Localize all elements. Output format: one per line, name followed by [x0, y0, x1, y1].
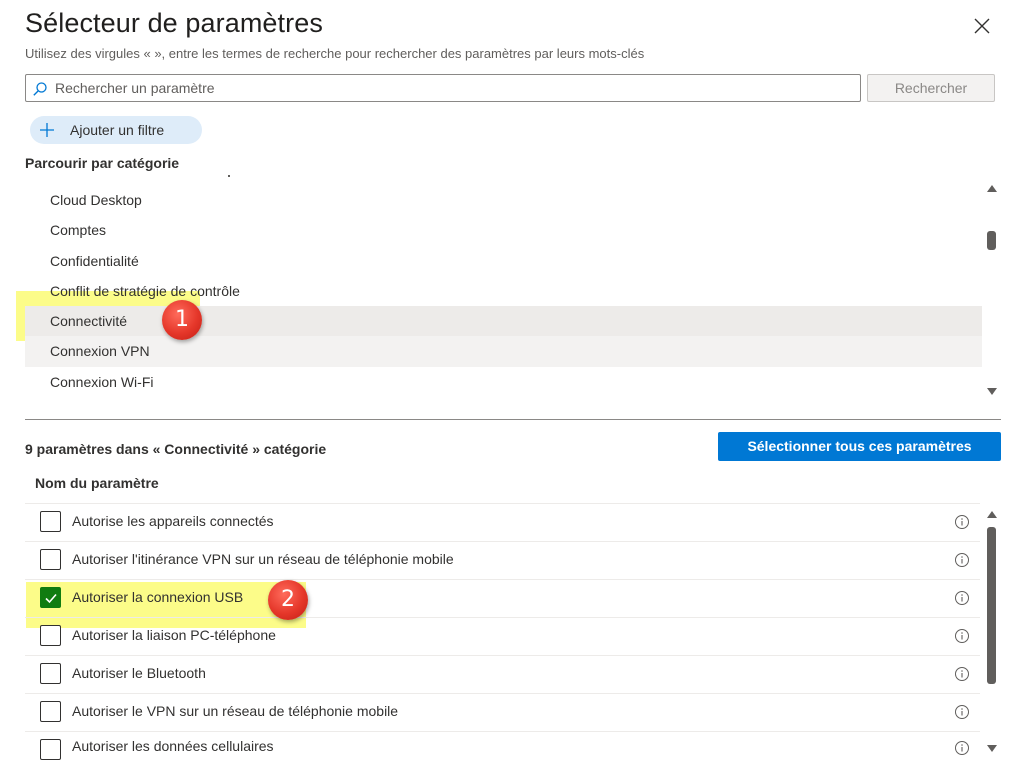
- setting-checkbox[interactable]: [40, 739, 61, 760]
- results-heading: 9 paramètres dans « Connectivité » catég…: [25, 441, 327, 457]
- setting-row[interactable]: Autoriser le VPN sur un réseau de téléph…: [25, 694, 980, 732]
- search-input[interactable]: [55, 78, 845, 98]
- info-icon[interactable]: [954, 704, 970, 720]
- close-button[interactable]: [968, 12, 996, 40]
- setting-label: Autoriser le VPN sur un réseau de téléph…: [72, 703, 399, 719]
- info-icon[interactable]: [954, 740, 970, 756]
- search-icon: [33, 82, 47, 96]
- category-scroll-thumb[interactable]: [987, 231, 996, 250]
- category-scroll-up-icon[interactable]: [986, 183, 998, 193]
- step2-badge: 2: [268, 580, 308, 620]
- add-filter-label: Ajouter un filtre: [70, 122, 165, 138]
- setting-checkbox[interactable]: [40, 549, 61, 570]
- category-divider-dot: [228, 175, 230, 177]
- category-heading: Parcourir par catégorie: [25, 155, 180, 171]
- category-item-connexion-vpn[interactable]: Connexion VPN: [25, 336, 982, 367]
- setting-row[interactable]: Autoriser la liaison PC-téléphone: [25, 618, 980, 656]
- setting-checkbox[interactable]: [40, 625, 61, 646]
- setting-row[interactable]: Autorise les appareils connectés: [25, 504, 980, 542]
- setting-label: Autoriser le Bluetooth: [72, 665, 206, 681]
- setting-checkbox[interactable]: [40, 663, 61, 684]
- settings-list: Autorise les appareils connectés Autoris…: [25, 504, 980, 770]
- setting-label: Autoriser la liaison PC-téléphone: [72, 627, 276, 643]
- category-scroll-down-icon[interactable]: [986, 387, 998, 397]
- section-divider: [25, 419, 1001, 420]
- category-item-cloud-desktop[interactable]: Cloud Desktop: [25, 185, 982, 215]
- checkmark-icon: [45, 593, 57, 604]
- setting-checkbox[interactable]: [40, 511, 61, 532]
- dialog-title: Sélecteur de paramètres: [25, 8, 323, 38]
- category-item-connexion-wifi[interactable]: Connexion Wi-Fi: [25, 367, 982, 397]
- column-header-setting-name[interactable]: Nom du paramètre: [35, 475, 159, 491]
- setting-row[interactable]: Autoriser la connexion USB: [25, 580, 980, 618]
- info-icon[interactable]: [954, 590, 970, 606]
- settings-scroll-thumb[interactable]: [987, 527, 996, 684]
- plus-icon: [40, 123, 54, 137]
- setting-label: Autorise les appareils connectés: [72, 513, 274, 529]
- step1-badge: 1: [162, 300, 202, 340]
- category-list: Cloud Desktop Comptes Confidentialité Co…: [25, 185, 982, 397]
- setting-label: Autoriser la connexion USB: [72, 589, 244, 605]
- setting-label: Autoriser les données cellulaires: [72, 738, 274, 754]
- add-filter-button[interactable]: Ajouter un filtre: [30, 116, 202, 144]
- info-icon[interactable]: [954, 552, 970, 568]
- setting-checkbox[interactable]: [40, 701, 61, 722]
- close-icon[interactable]: [968, 12, 996, 40]
- setting-row[interactable]: Autoriser les données cellulaires: [25, 732, 980, 770]
- category-item-comptes[interactable]: Comptes: [25, 215, 982, 245]
- setting-label: Autoriser l'itinérance VPN sur un réseau…: [72, 551, 454, 567]
- info-icon[interactable]: [954, 514, 970, 530]
- setting-row[interactable]: Autoriser l'itinérance VPN sur un réseau…: [25, 542, 980, 580]
- search-box[interactable]: [25, 74, 861, 102]
- info-icon[interactable]: [954, 666, 970, 682]
- search-button[interactable]: Rechercher: [867, 74, 995, 102]
- settings-scroll-down-icon[interactable]: [986, 744, 998, 754]
- info-icon[interactable]: [954, 628, 970, 644]
- setting-row[interactable]: Autoriser le Bluetooth: [25, 656, 980, 694]
- dialog-subtitle: Utilisez des virgules « », entre les ter…: [25, 46, 645, 61]
- setting-checkbox-checked[interactable]: [40, 587, 61, 608]
- select-all-button[interactable]: Sélectionner tous ces paramètres: [718, 432, 1001, 461]
- category-item-conflit-strategie[interactable]: Conflit de stratégie de contrôle: [25, 276, 982, 306]
- category-item-confidentialite[interactable]: Confidentialité: [25, 246, 982, 276]
- settings-scroll-up-icon[interactable]: [986, 509, 998, 519]
